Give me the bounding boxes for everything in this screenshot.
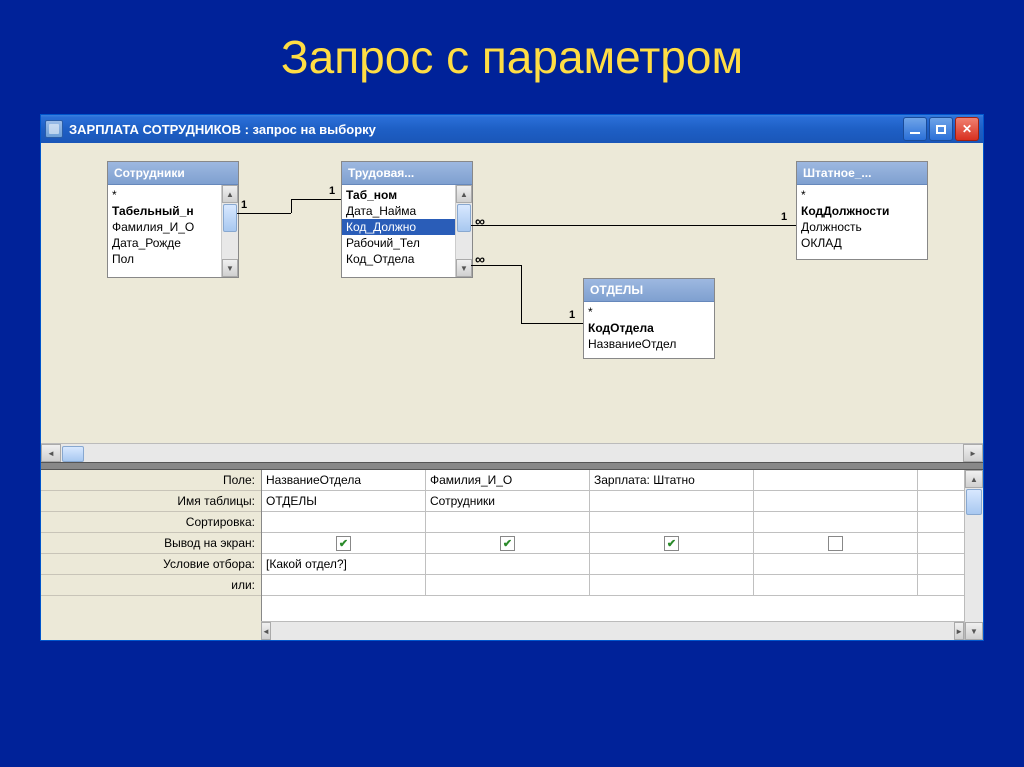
show-checkbox[interactable]: ✔	[664, 536, 679, 551]
field-row[interactable]: КодДолжности	[797, 203, 927, 219]
grid-cell-field[interactable]	[754, 470, 918, 490]
slide-title: Запрос с параметром	[0, 0, 1024, 104]
grid-cell-sort[interactable]	[426, 512, 590, 532]
scroll-right-icon[interactable]: ►	[963, 444, 983, 462]
grid-cell-table[interactable]	[754, 491, 918, 511]
grid-cell-or[interactable]	[754, 575, 918, 595]
close-button[interactable]	[955, 117, 979, 141]
field-row[interactable]: Пол	[108, 251, 221, 267]
grid-label: Условие отбора:	[41, 554, 261, 575]
scroll-left-icon[interactable]: ◄	[41, 444, 61, 462]
relation-label: 1	[329, 185, 335, 197]
field-row[interactable]: Табельный_н	[108, 203, 221, 219]
table-header[interactable]: ОТДЕЛЫ	[584, 279, 714, 302]
grid-cell-criteria[interactable]: [Какой отдел?]	[262, 554, 426, 574]
field-row[interactable]: Дата_Рожде	[108, 235, 221, 251]
pane-splitter[interactable]	[41, 462, 983, 470]
grid-cell-field[interactable]: НазваниеОтдела	[262, 470, 426, 490]
relation-label: 1	[781, 211, 787, 223]
grid-cell-show[interactable]	[754, 533, 918, 553]
table-t1[interactable]: Сотрудники *Табельный_нФамилия_И_ОДата_Ро…	[107, 161, 239, 278]
show-checkbox[interactable]: ✔	[500, 536, 515, 551]
window-icon	[45, 120, 63, 138]
grid-cell-or[interactable]	[262, 575, 426, 595]
grid-cell-or[interactable]	[590, 575, 754, 595]
grid-cell-show[interactable]: ✔	[426, 533, 590, 553]
diagram-hscrollbar[interactable]: ◄ ►	[41, 443, 983, 462]
grid-cells[interactable]: НазваниеОтделаФамилия_И_ОЗарплата: Штатн…	[261, 470, 964, 621]
show-checkbox[interactable]: ✔	[336, 536, 351, 551]
grid-cell-field[interactable]: Фамилия_И_О	[426, 470, 590, 490]
grid-cell-criteria[interactable]	[590, 554, 754, 574]
table-scrollbar[interactable]: ▲▼	[455, 185, 472, 277]
grid-cell-sort[interactable]	[754, 512, 918, 532]
query-grid: Поле:Имя таблицы:Сортировка:Вывод на экр…	[41, 470, 983, 640]
grid-cell-criteria[interactable]	[426, 554, 590, 574]
table-scrollbar[interactable]: ▲▼	[221, 185, 238, 277]
grid-cell-field[interactable]: Зарплата: Штатно	[590, 470, 754, 490]
field-row[interactable]: Фамилия_И_О	[108, 219, 221, 235]
field-row[interactable]: *	[797, 187, 927, 203]
field-row[interactable]: Рабочий_Тел	[342, 235, 455, 251]
field-row[interactable]: *	[108, 187, 221, 203]
table-header[interactable]: Штатное_...	[797, 162, 927, 185]
field-row[interactable]: Таб_ном	[342, 187, 455, 203]
grid-cell-table[interactable]: Сотрудники	[426, 491, 590, 511]
grid-cell-table[interactable]: ОТДЕЛЫ	[262, 491, 426, 511]
grid-label: или:	[41, 575, 261, 596]
table-t3[interactable]: ОТДЕЛЫ *КодОтделаНазваниеОтдел	[583, 278, 715, 359]
grid-label: Имя таблицы:	[41, 491, 261, 512]
scroll-up-icon[interactable]: ▲	[965, 470, 983, 488]
field-row[interactable]: ОКЛАД	[797, 235, 927, 251]
grid-cell-or[interactable]	[426, 575, 590, 595]
titlebar[interactable]: ЗАРПЛАТА СОТРУДНИКОВ : запрос на выборку	[41, 115, 983, 143]
query-designer-window: ЗАРПЛАТА СОТРУДНИКОВ : запрос на выборку…	[40, 114, 984, 641]
field-row[interactable]: КодОтдела	[584, 320, 714, 336]
maximize-button[interactable]	[929, 117, 953, 141]
grid-vscrollbar[interactable]: ▲ ▼	[964, 470, 983, 640]
grid-label: Сортировка:	[41, 512, 261, 533]
grid-cell-show[interactable]: ✔	[590, 533, 754, 553]
relation-label: 1	[569, 309, 575, 321]
grid-label: Поле:	[41, 470, 261, 491]
grid-label: Вывод на экран:	[41, 533, 261, 554]
window-title: ЗАРПЛАТА СОТРУДНИКОВ : запрос на выборку	[69, 122, 903, 137]
field-row[interactable]: Код_Должно	[342, 219, 455, 235]
relation-label: ∞	[475, 251, 485, 267]
field-row[interactable]: Код_Отдела	[342, 251, 455, 267]
scroll-right-icon[interactable]: ►	[954, 622, 964, 640]
field-row[interactable]: *	[584, 304, 714, 320]
table-header[interactable]: Сотрудники	[108, 162, 238, 185]
grid-cell-criteria[interactable]	[754, 554, 918, 574]
table-t2[interactable]: Трудовая... Таб_номДата_НаймаКод_ДолжноРа…	[341, 161, 473, 278]
grid-cell-sort[interactable]	[590, 512, 754, 532]
show-checkbox[interactable]	[828, 536, 843, 551]
table-header[interactable]: Трудовая...	[342, 162, 472, 185]
scroll-left-icon[interactable]: ◄	[261, 622, 271, 640]
field-row[interactable]: Должность	[797, 219, 927, 235]
field-row[interactable]: Дата_Найма	[342, 203, 455, 219]
grid-cell-table[interactable]	[590, 491, 754, 511]
minimize-button[interactable]	[903, 117, 927, 141]
grid-cell-show[interactable]: ✔	[262, 533, 426, 553]
grid-hscrollbar[interactable]: ◄ ►	[261, 621, 964, 640]
scroll-down-icon[interactable]: ▼	[965, 622, 983, 640]
grid-cell-sort[interactable]	[262, 512, 426, 532]
table-t4[interactable]: Штатное_... *КодДолжностиДолжностьОКЛАД	[796, 161, 928, 260]
relation-label: 1	[241, 199, 247, 211]
grid-row-labels: Поле:Имя таблицы:Сортировка:Вывод на экр…	[41, 470, 261, 640]
relationship-diagram[interactable]: Сотрудники*Табельный_нФамилия_И_ОДата_Ро…	[41, 143, 983, 443]
field-row[interactable]: НазваниеОтдел	[584, 336, 714, 352]
relation-label: ∞	[475, 213, 485, 229]
